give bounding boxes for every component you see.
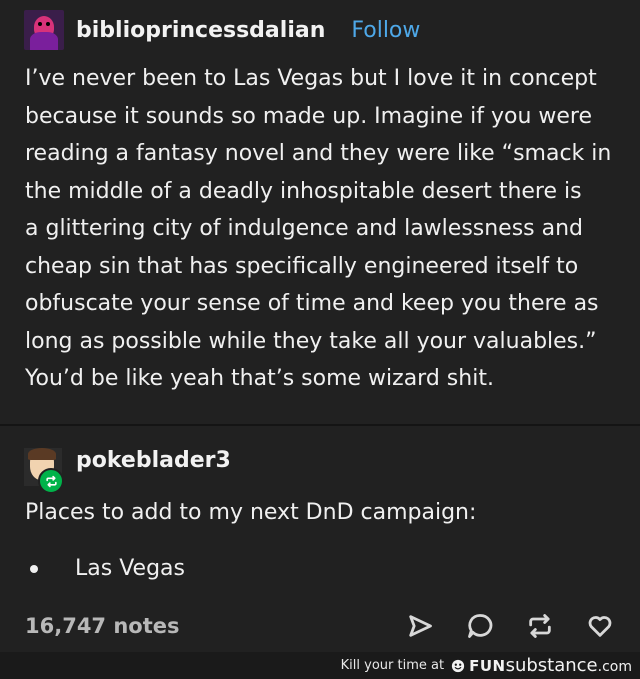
post-body-line: long as possible while they take all you… (25, 328, 597, 354)
post-body: I’ve never been to Las Vegas but I love … (25, 60, 625, 398)
post-body-line: the middle of a deadly inhospitable dese… (25, 178, 582, 204)
avatar[interactable] (24, 10, 64, 50)
send-icon[interactable] (405, 611, 435, 641)
reblog-author-username[interactable]: pokeblader3 (76, 448, 231, 473)
notes-count[interactable]: 16,747 notes (25, 614, 180, 638)
post-footer: 16,747 notes (25, 606, 615, 646)
watermark-banner: Kill your time at FUN substance .com (0, 652, 640, 679)
post-body-line: reading a fantasy novel and they were li… (25, 141, 612, 166)
reblog-badge-icon (38, 468, 64, 494)
list-item: Las Vegas (30, 556, 185, 581)
post-body-line: because it sounds so made up. Imagine if… (25, 103, 593, 129)
reblog-icon[interactable] (525, 611, 555, 641)
post-actions (375, 611, 615, 641)
post-body-line: cheap sin that has specifically engineer… (25, 253, 579, 279)
bullet-icon (30, 564, 38, 573)
brand-substance: substance (505, 655, 598, 676)
brand-fun: FUN (469, 657, 506, 675)
reblog-text: Places to add to my next DnD campaign: (25, 500, 477, 525)
post-author-username[interactable]: biblioprincessdalian (76, 18, 325, 43)
like-icon[interactable] (585, 611, 615, 641)
follow-button[interactable]: Follow (351, 18, 420, 43)
funsubstance-logo: FUN substance .com (469, 655, 632, 676)
reblog-avatar[interactable] (24, 448, 64, 494)
post-body-line: You’d be like yeah that’s some wizard sh… (25, 366, 494, 391)
reply-icon[interactable] (465, 611, 495, 641)
reblog-header: pokeblader3 (24, 446, 231, 494)
tumblr-post: biblioprincessdalian Follow I’ve never b… (0, 0, 640, 652)
list-item-label: Las Vegas (75, 556, 185, 581)
funsubstance-logo-icon (450, 658, 466, 674)
banner-tagline: Kill your time at (340, 658, 445, 673)
brand-tld: .com (597, 659, 632, 675)
post-body-line: I’ve never been to Las Vegas but I love … (25, 66, 597, 91)
watermark: Kill your time at FUN substance .com (341, 655, 632, 676)
post-header: biblioprincessdalian Follow (24, 10, 420, 50)
post-body-line: a glittering city of indulgence and lawl… (25, 216, 584, 241)
reblog-divider (0, 424, 640, 426)
post-body-line: obfuscate your sense of time and keep yo… (25, 291, 599, 316)
